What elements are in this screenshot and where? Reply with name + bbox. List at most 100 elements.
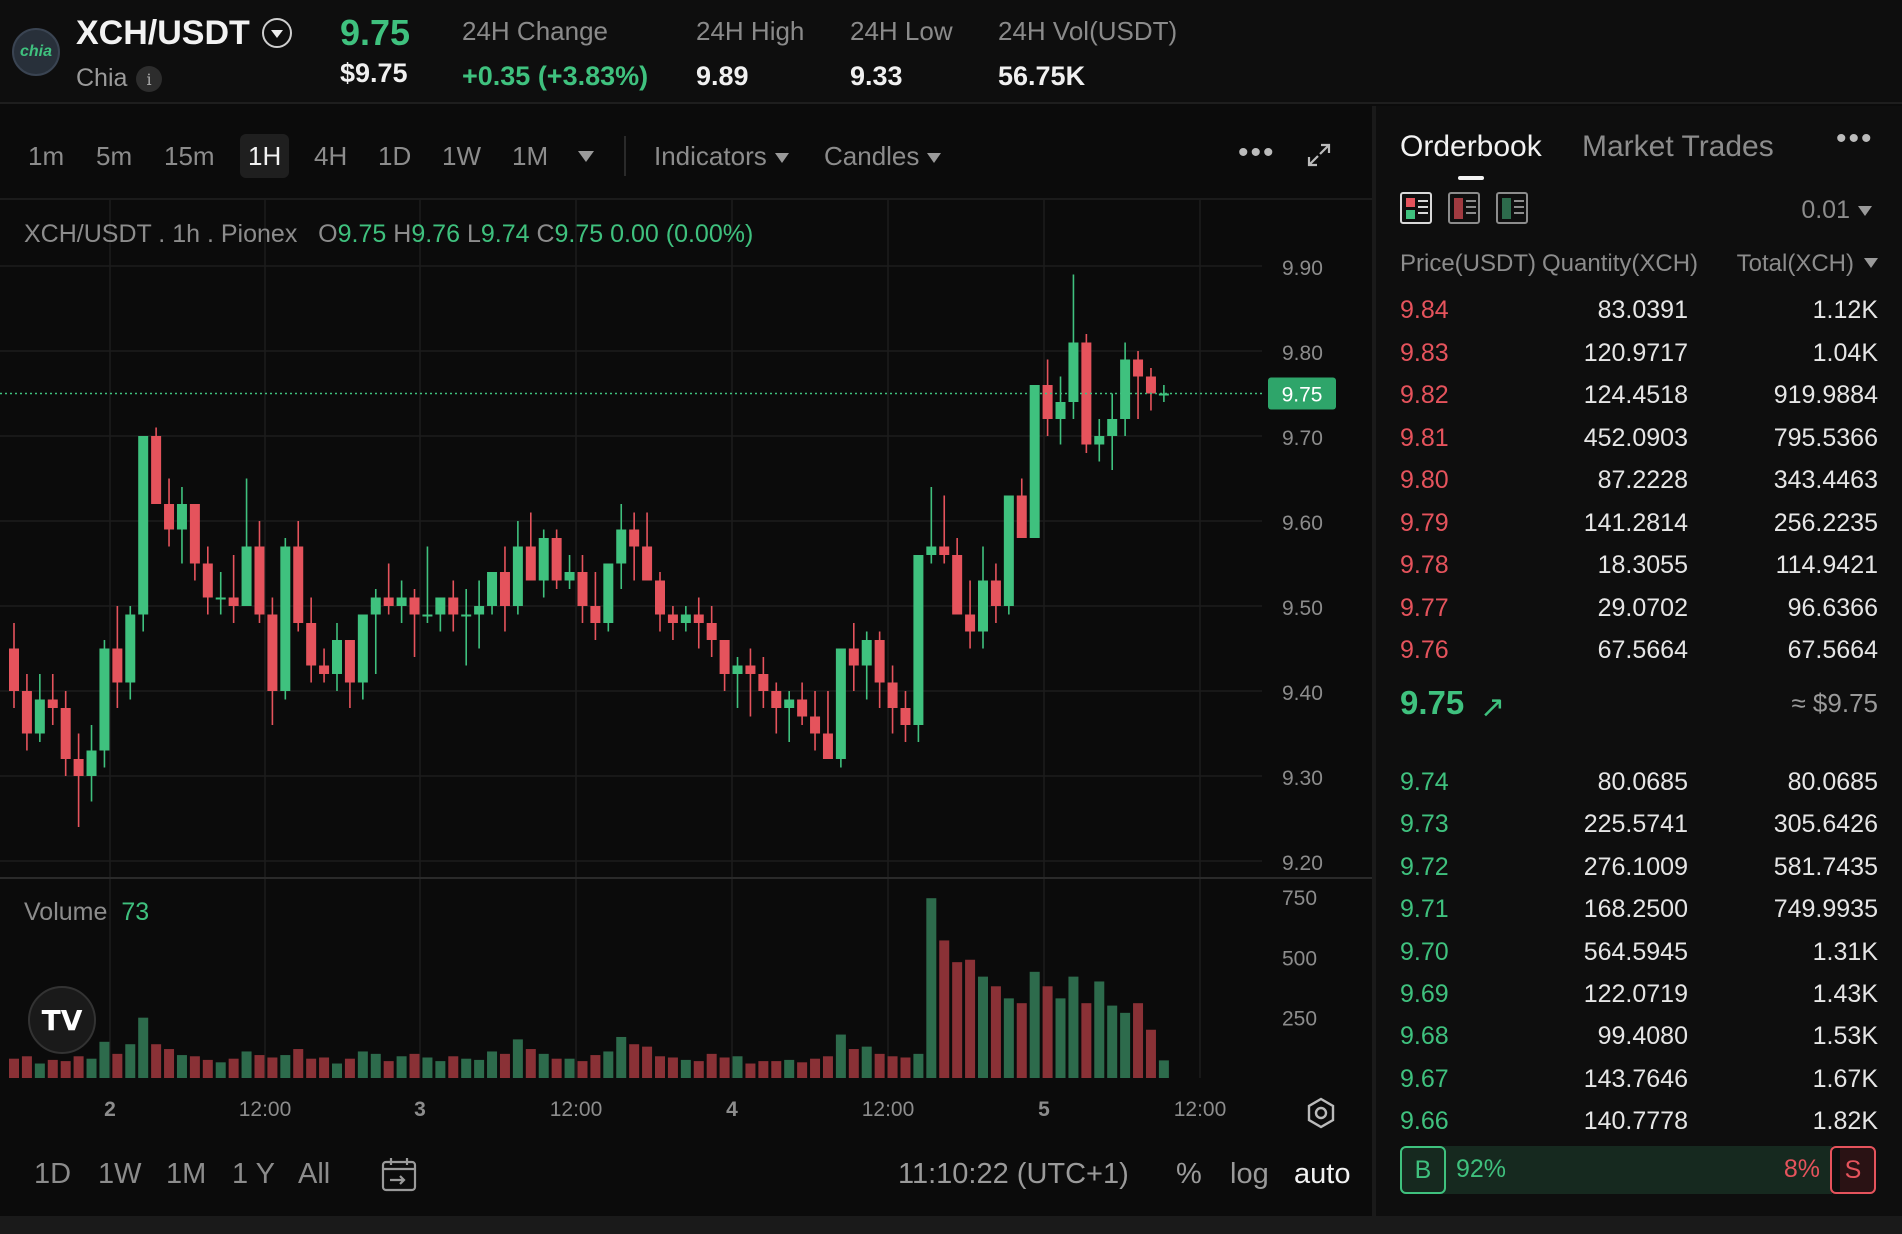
percent-scale-toggle[interactable]: % (1176, 1158, 1202, 1191)
bid-row[interactable]: 9.71 168.2500 749.9935 (1376, 889, 1902, 931)
timeframe-more-chevron-icon[interactable] (578, 151, 594, 162)
candle-body (848, 648, 859, 666)
candle-body (642, 546, 653, 581)
bid-total: 1.82K (1812, 1107, 1878, 1136)
candle-body (965, 614, 976, 632)
timeframe-5m[interactable]: 5m (88, 134, 140, 178)
more-options-icon[interactable]: ••• (1238, 138, 1276, 168)
volume-bar (655, 1056, 665, 1078)
ask-row[interactable]: 9.77 29.0702 96.6366 (1376, 588, 1902, 630)
layout-both-icon[interactable] (1400, 192, 1432, 224)
log-scale-toggle[interactable]: log (1230, 1158, 1269, 1191)
pair-dropdown-button[interactable] (262, 18, 292, 48)
range-1d[interactable]: 1D (34, 1158, 71, 1191)
expand-icon[interactable] (1306, 142, 1332, 168)
timeframe-1m[interactable]: 1m (20, 134, 72, 178)
last-price: 9.75 (340, 12, 411, 53)
timeframe-1mo[interactable]: 1M (504, 134, 556, 178)
time-tick-label: 5 (1038, 1098, 1050, 1121)
candle-body (1055, 402, 1066, 419)
candle-body (280, 546, 291, 691)
candle-body (151, 436, 162, 504)
volume-bar (990, 986, 1001, 1078)
volume-bar (706, 1053, 717, 1078)
ask-row[interactable]: 9.81 452.0903 795.5366 (1376, 418, 1902, 460)
ask-qty: 124.4518 (1583, 381, 1688, 409)
candle-body (176, 504, 187, 530)
candle-body (732, 665, 743, 674)
ask-row[interactable]: 9.76 67.5664 67.5664 (1376, 630, 1902, 672)
bid-row[interactable]: 9.69 122.0719 1.43K (1376, 974, 1902, 1016)
volume-bar (332, 1063, 342, 1078)
total-sort-chevron-icon[interactable] (1864, 258, 1878, 268)
stat-value: 9.89 (696, 61, 749, 91)
bid-row[interactable]: 9.70 564.5945 1.31K (1376, 932, 1902, 974)
time-tick-label: 12:00 (239, 1098, 292, 1121)
volume-bar (926, 898, 937, 1078)
tab-market-trades[interactable]: Market Trades (1582, 130, 1774, 164)
candlestick-chart[interactable]: 9.909.809.709.609.509.409.309.2075050025… (0, 200, 1372, 1144)
bid-row[interactable]: 9.66 140.7778 1.82K (1376, 1101, 1902, 1143)
ask-row[interactable]: 9.83 120.9717 1.04K (1376, 333, 1902, 375)
volume-bar (267, 1057, 278, 1078)
bid-row[interactable]: 9.72 276.1009 581.7435 (1376, 847, 1902, 889)
stat-label: 24H High (696, 16, 805, 46)
bid-row[interactable]: 9.74 80.0685 80.0685 (1376, 762, 1902, 804)
candle-body (461, 614, 472, 617)
range-1y[interactable]: 1 Y (232, 1158, 275, 1191)
volume-bar (1107, 1005, 1118, 1078)
range-1m[interactable]: 1M (166, 1158, 206, 1191)
candles-dropdown[interactable]: Candles (824, 134, 942, 178)
timeframe-15m[interactable]: 15m (156, 134, 223, 178)
volume-bar (189, 1056, 200, 1078)
tab-orderbook[interactable]: Orderbook (1400, 130, 1542, 164)
precision-dropdown[interactable]: 0.01 (1801, 196, 1872, 225)
legend-exchange: Pionex (220, 220, 298, 248)
orderbook-more-icon[interactable]: ••• (1836, 124, 1874, 154)
bid-total: 1.53K (1812, 1022, 1878, 1051)
stat-24h-volume: 24H Vol(USDT) 56.75K (998, 16, 1177, 92)
timeframe-1h[interactable]: 1H (240, 134, 290, 178)
volume-bar (138, 1017, 149, 1078)
layout-asks-icon[interactable] (1448, 192, 1480, 224)
ask-row[interactable]: 9.80 87.2228 343.4463 (1376, 460, 1902, 502)
layout-bids-icon[interactable] (1496, 192, 1528, 224)
auto-scale-toggle[interactable]: auto (1294, 1158, 1350, 1191)
pair-title[interactable]: XCH/USDT (76, 14, 250, 53)
bid-row[interactable]: 9.73 225.5741 305.6426 (1376, 804, 1902, 846)
calendar-goto-date-icon[interactable] (380, 1156, 418, 1194)
timeframe-4h[interactable]: 4H (306, 134, 355, 178)
candle-body (990, 580, 1001, 606)
info-icon[interactable]: i (136, 66, 162, 92)
volume-bar (719, 1057, 730, 1078)
bid-row[interactable]: 9.67 143.7646 1.67K (1376, 1059, 1902, 1101)
timeframe-1w[interactable]: 1W (434, 134, 489, 178)
ask-row[interactable]: 9.84 83.0391 1.12K (1376, 290, 1902, 332)
volume-bar (538, 1053, 549, 1078)
chart-settings-icon[interactable] (1304, 1096, 1338, 1130)
header-total[interactable]: Total(XCH) (1737, 250, 1854, 278)
tradingview-logo-icon[interactable]: TV (28, 986, 96, 1054)
ask-row[interactable]: 9.82 124.4518 919.9884 (1376, 375, 1902, 417)
indicators-dropdown[interactable]: Indicators (654, 134, 789, 178)
bid-price: 9.74 (1400, 768, 1449, 796)
candle-body (810, 716, 821, 734)
range-all[interactable]: All (298, 1158, 330, 1191)
volume-bar (293, 1049, 304, 1078)
chevron-down-icon (927, 153, 942, 164)
range-1w[interactable]: 1W (98, 1158, 142, 1191)
buy-percent: 92% (1456, 1155, 1507, 1183)
bid-price: 9.72 (1400, 852, 1449, 881)
volume-bar (344, 1058, 355, 1078)
volume-bar (913, 1053, 924, 1078)
layout-bid-block (1502, 198, 1511, 219)
candle-body (822, 733, 833, 759)
volume-bar (848, 1049, 859, 1078)
ask-row[interactable]: 9.79 141.2814 256.2235 (1376, 503, 1902, 545)
bid-row[interactable]: 9.68 99.4080 1.53K (1376, 1016, 1902, 1058)
chart-clock[interactable]: 11:10:22 (UTC+1) (898, 1158, 1129, 1191)
timeframe-1d[interactable]: 1D (370, 134, 419, 178)
volume-bar (164, 1049, 175, 1078)
ask-qty: 141.2814 (1583, 508, 1688, 537)
ask-row[interactable]: 9.78 18.3055 114.9421 (1376, 545, 1902, 587)
